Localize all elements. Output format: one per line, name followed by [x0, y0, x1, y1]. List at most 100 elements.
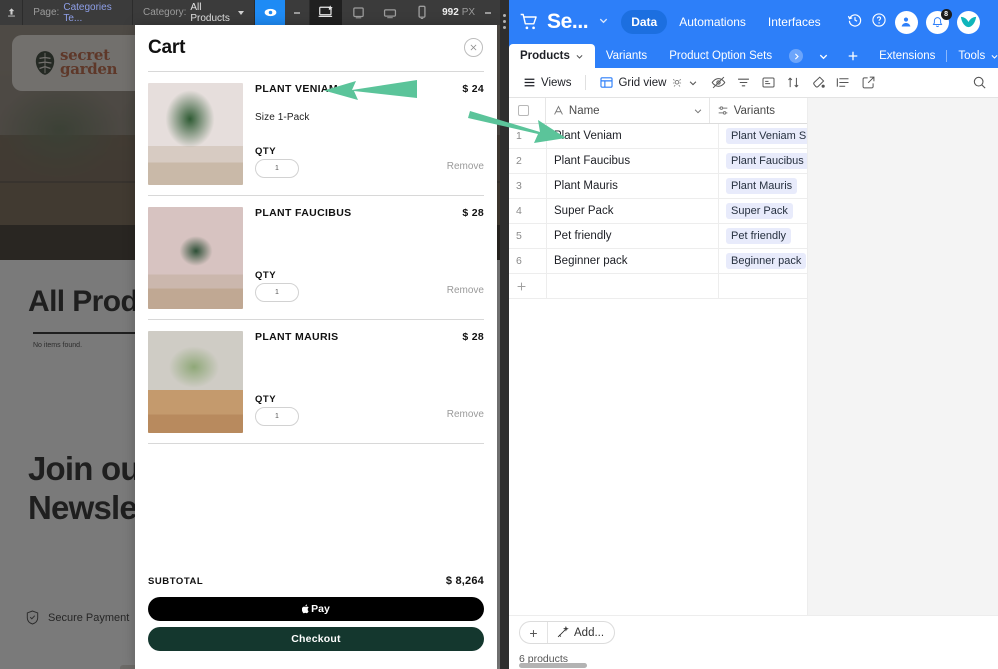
nav-data[interactable]: Data [621, 10, 668, 34]
notifications-button[interactable]: 8 [925, 8, 952, 34]
preview-eye-icon[interactable] [255, 0, 286, 25]
close-icon[interactable] [464, 38, 483, 57]
records-grid: Name Variants Initial Variant - P 1 Plan… [509, 98, 998, 669]
cart-item-remove-link[interactable]: Remove [447, 161, 484, 172]
cart-items-list: PLANT VENIAM $ 24 Size 1-Pack QTY 1 Remo… [135, 71, 497, 563]
add-record-name-cell[interactable] [547, 274, 719, 298]
toolbar-divider [585, 75, 587, 90]
cart-item: PLANT MAURIS $ 28 QTY 1 Remove [148, 319, 484, 443]
chevron-down-icon[interactable] [598, 13, 609, 31]
upload-icon[interactable] [0, 0, 24, 25]
nav-interfaces[interactable]: Interfaces [758, 10, 831, 34]
category-label: Category: [143, 7, 187, 18]
column-header-name-label: Name [568, 104, 600, 117]
tab-menu-chevron-icon[interactable] [809, 44, 838, 68]
share-view-icon[interactable] [857, 72, 879, 94]
tab-extensions[interactable]: Extensions [868, 44, 946, 68]
row-number: 6 [509, 249, 547, 273]
chevron-down-icon[interactable] [693, 106, 703, 116]
row-number: 1 [509, 124, 547, 148]
add-record-label: Add... [574, 626, 605, 639]
personal-view-icon [673, 78, 682, 87]
views-button[interactable]: Views [517, 73, 577, 92]
device-tablet-icon[interactable] [342, 0, 374, 25]
account-avatar-icon [960, 16, 976, 28]
plus-icon[interactable]: + [520, 622, 548, 643]
hide-fields-icon[interactable] [707, 72, 729, 94]
cart-item-image[interactable] [148, 207, 243, 309]
column-header-name[interactable]: Name [546, 98, 710, 123]
collaborators-button[interactable] [894, 10, 918, 34]
tab-products[interactable]: Products [509, 44, 595, 68]
row-number: 2 [509, 149, 547, 173]
cart-panel: Cart PLANT VENIAM $ 24 Size 1-Pack QTY 1… [135, 25, 497, 669]
sidebar-menu-icon [524, 78, 535, 87]
tab-tools[interactable]: Tools [947, 44, 998, 68]
device-desktop-icon[interactable] [310, 0, 343, 25]
grid-footer: + Add... 6 products [509, 615, 998, 669]
history-icon[interactable] [847, 12, 863, 33]
tab-variants[interactable]: Variants [595, 44, 658, 68]
cart-item-remove-link[interactable]: Remove [447, 285, 484, 296]
grid-view-label: Grid view [618, 76, 667, 89]
variant-chip: Pet friendly [726, 228, 792, 244]
category-selector[interactable]: Category: All Products [133, 0, 256, 25]
variant-chip: Super Pack [726, 203, 793, 219]
filter-icon[interactable] [732, 72, 754, 94]
add-tab-plus-icon[interactable] [838, 44, 868, 68]
expand-circle-icon[interactable] [783, 44, 809, 68]
tab-tools-label: Tools [958, 50, 986, 62]
group-icon[interactable] [757, 72, 779, 94]
apple-pay-button[interactable]: Pay [148, 597, 484, 621]
cart-item-price: $ 24 [462, 83, 484, 95]
apple-pay-label: Pay [311, 603, 330, 615]
color-palette-icon[interactable] [807, 72, 829, 94]
add-record-button[interactable]: + Add... [519, 621, 616, 644]
device-tablet-landscape-icon[interactable] [374, 0, 406, 25]
cart-item-details: PLANT VENIAM $ 24 Size 1-Pack QTY 1 Remo… [255, 83, 484, 185]
page-selector[interactable]: Page: Categories Te... [23, 0, 134, 25]
cart-item-qty-label: QTY [255, 146, 277, 157]
cart-item-details: PLANT MAURIS $ 28 QTY 1 Remove [255, 331, 484, 433]
cell-name[interactable]: Plant Mauris [547, 174, 719, 198]
add-record-plus-icon[interactable] [509, 274, 547, 298]
base-name[interactable]: Se... [547, 10, 589, 34]
cell-name[interactable]: Plant Faucibus [547, 149, 719, 173]
cart-item-qty-input[interactable]: 1 [255, 407, 299, 426]
search-icon[interactable] [968, 72, 990, 94]
device-mobile-icon[interactable] [406, 0, 438, 25]
cart-item-price: $ 28 [462, 331, 484, 343]
help-circle-icon[interactable] [871, 12, 887, 33]
checkout-button[interactable]: Checkout [148, 627, 484, 651]
cart-item-image[interactable] [148, 331, 243, 433]
tab-product-option-sets[interactable]: Product Option Sets [658, 44, 783, 68]
topbar-overflow-icon[interactable] [475, 0, 500, 25]
tab-products-label: Products [520, 50, 570, 62]
account-avatar[interactable] [956, 10, 980, 34]
cart-item-qty-input[interactable]: 1 [255, 283, 299, 302]
canvas-width-value: 992 [442, 7, 459, 18]
sort-icon[interactable] [782, 72, 804, 94]
cell-name[interactable]: Super Pack [547, 199, 719, 223]
grid-view-button[interactable]: Grid view [594, 73, 704, 92]
cart-item-image[interactable] [148, 83, 243, 185]
cart-item-qty-input[interactable]: 1 [255, 159, 299, 178]
chevron-down-icon [690, 80, 697, 85]
tabs-right-group: Extensions Tools [868, 44, 998, 68]
cart-item-remove-link[interactable]: Remove [447, 409, 484, 420]
cell-name[interactable]: Pet friendly [547, 224, 719, 248]
cart-item-qty-label: QTY [255, 270, 277, 281]
chevron-down-icon [238, 10, 245, 15]
horizontal-scrollbar[interactable] [519, 663, 587, 668]
column-header-variants-label: Variants [733, 104, 776, 117]
variant-chip: Beginner pack [726, 253, 807, 269]
select-all-checkbox[interactable] [509, 98, 546, 123]
nav-automations[interactable]: Automations [669, 10, 756, 34]
cell-name[interactable]: Plant Veniam [547, 124, 719, 148]
row-height-icon[interactable] [832, 72, 854, 94]
cell-name[interactable]: Beginner pack [547, 249, 719, 273]
canvas-width-display[interactable]: 992 PX [442, 7, 475, 18]
header-nav: Data Automations Interfaces [621, 10, 830, 34]
more-vertical-icon[interactable] [285, 0, 311, 25]
cart-item-price: $ 28 [462, 207, 484, 219]
